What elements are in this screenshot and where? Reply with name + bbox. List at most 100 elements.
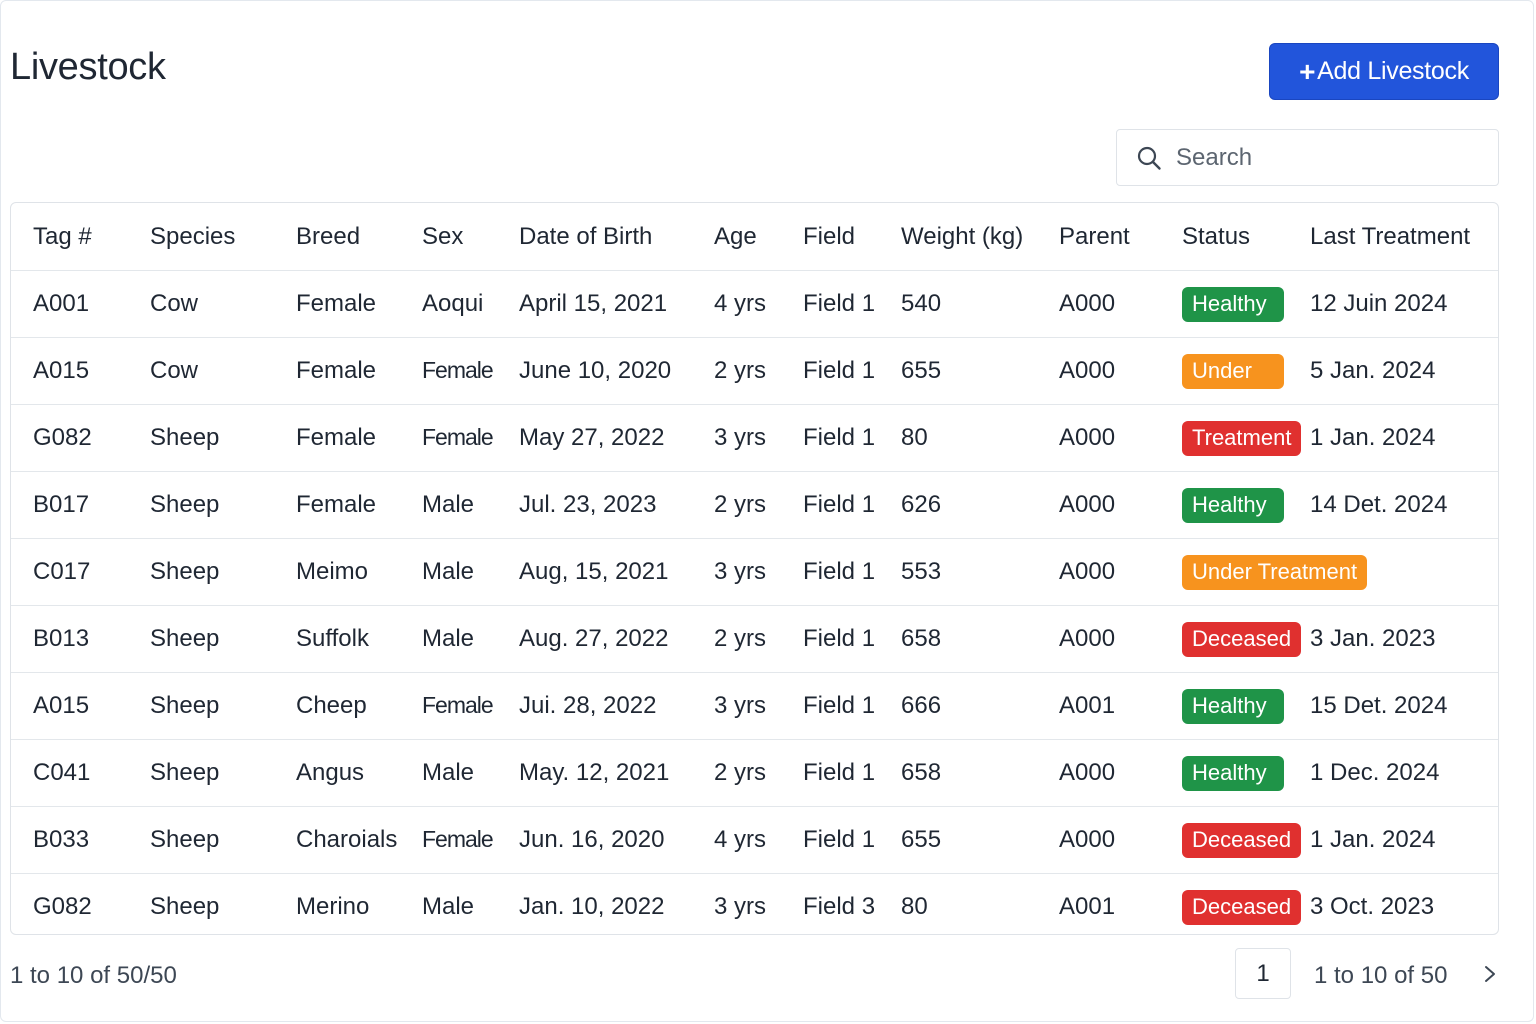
cell-status: Deceased: [1182, 806, 1310, 874]
table-row[interactable]: A015 Sheep Cheep Female Jui. 28, 2022 3 yrs Fi…: [11, 672, 1498, 740]
cell-status: Under: [1182, 337, 1310, 405]
cell-last-treatment-text: 3 Jan. 2023: [1310, 625, 1436, 652]
livestock-table: Tag # Species Breed Sex Date of Birth Ag…: [10, 202, 1499, 935]
search-box[interactable]: [1116, 129, 1499, 186]
cell-weight: 655: [901, 806, 1059, 874]
column-header-species[interactable]: Species: [150, 203, 296, 271]
table-row[interactable]: A001 Cow Female Aoqui April 15, 2021 4 yrs Fie…: [11, 270, 1498, 338]
add-livestock-button[interactable]: + Add Livestock: [1269, 43, 1499, 100]
cell-sex-text: Female: [422, 826, 494, 852]
cell-age: 3 yrs: [714, 404, 803, 472]
search-input[interactable]: [1174, 142, 1478, 173]
cell-weight: 553: [901, 538, 1059, 606]
cell-last-treatment: 1 Dec. 2024: [1310, 739, 1498, 807]
pagination-range: 1 to 10 of 50: [1314, 962, 1448, 989]
cell-field: Field 1: [803, 471, 901, 539]
status-badge: Under: [1182, 353, 1284, 389]
cell-weight-text: 658: [901, 625, 942, 652]
column-header-age[interactable]: Age: [714, 203, 803, 271]
cell-tag: A015: [11, 672, 150, 740]
cell-sex-text: Male: [422, 491, 475, 518]
column-header-breed[interactable]: Breed: [296, 203, 422, 271]
cell-age-text: 2 yrs: [714, 759, 767, 786]
cell-date-of-birth: Jan. 10, 2022: [519, 874, 714, 935]
cell-last-treatment: 3 Oct. 2023: [1310, 874, 1498, 935]
cell-parent: A000: [1059, 404, 1182, 472]
cell-age-text: 3 yrs: [714, 692, 767, 719]
cell-parent-text: A000: [1059, 625, 1116, 652]
table-row[interactable]: A015 Cow Female Female June 10, 2020 2 yrs Fie…: [11, 337, 1498, 405]
cell-field-text: Field 1: [803, 558, 876, 585]
page-number-button[interactable]: 1: [1235, 948, 1291, 999]
cell-weight: 80: [901, 874, 1059, 935]
cell-status: Treatment: [1182, 404, 1310, 472]
column-header-status[interactable]: Status: [1182, 203, 1310, 271]
cell-age: 2 yrs: [714, 605, 803, 673]
table-row[interactable]: C017 Sheep Meimo Male Aug, 15, 2021 3 yrs Fiel…: [11, 538, 1498, 606]
cell-weight-text: 655: [901, 826, 942, 853]
cell-weight-text: 655: [901, 357, 942, 384]
cell-last-treatment-text: 14 Det. 2024: [1310, 491, 1448, 518]
cell-weight: 666: [901, 672, 1059, 740]
cell-species: Sheep: [150, 538, 296, 606]
cell-tag-text: G082: [33, 893, 92, 920]
cell-field-text: Field 1: [803, 625, 876, 652]
cell-breed: Merino: [296, 874, 422, 935]
cell-field: Field 1: [803, 806, 901, 874]
cell-weight-text: 626: [901, 491, 942, 518]
cell-species-text: Sheep: [150, 692, 220, 719]
cell-age-text: 2 yrs: [714, 625, 767, 652]
table-row[interactable]: G082 Sheep Female Female May 27, 2022 3 yrs Fi…: [11, 404, 1498, 472]
cell-sex-text: Male: [422, 759, 475, 786]
cell-parent: A000: [1059, 806, 1182, 874]
cell-sex-text: Female: [422, 692, 494, 718]
cell-age-text: 2 yrs: [714, 491, 767, 518]
cell-parent-text: A000: [1059, 424, 1116, 451]
column-header-date-of-birth[interactable]: Date of Birth: [519, 203, 714, 271]
cell-sex: Male: [422, 538, 519, 606]
column-header-parent[interactable]: Parent: [1059, 203, 1182, 271]
cell-age: 4 yrs: [714, 270, 803, 338]
cell-field-text: Field 1: [803, 826, 876, 853]
column-header-tag[interactable]: Tag #: [11, 203, 150, 271]
cell-species: Cow: [150, 270, 296, 338]
cell-status: Under Treatment: [1182, 538, 1368, 606]
table-row[interactable]: C041 Sheep Angus Male May. 12, 2021 2 yrs Fiel…: [11, 739, 1498, 807]
column-header-weight[interactable]: Weight (kg): [901, 203, 1059, 271]
cell-status: Healthy: [1182, 471, 1310, 539]
cell-sex: Female: [422, 806, 519, 874]
column-header-field[interactable]: Field: [803, 203, 901, 271]
cell-last-treatment-text: 1 Jan. 2024: [1310, 424, 1436, 451]
cell-field-text: Field 1: [803, 424, 876, 451]
cell-breed: Female: [296, 337, 422, 405]
cell-last-treatment: 15 Det. 2024: [1310, 672, 1498, 740]
cell-last-treatment: 3 Jan. 2023: [1310, 605, 1498, 673]
cell-last-treatment-text: 15 Det. 2024: [1310, 692, 1448, 719]
cell-tag: C041: [11, 739, 150, 807]
cell-tag: B017: [11, 471, 150, 539]
cell-parent: A000: [1059, 270, 1182, 338]
cell-sex: Female: [422, 672, 519, 740]
status-badge: Treatment: [1182, 420, 1302, 456]
table-row[interactable]: B013 Sheep Suffolk Male Aug. 27, 2022 2 yrs Fi…: [11, 605, 1498, 673]
cell-weight-text: 80: [901, 893, 928, 920]
next-page-button[interactable]: [1478, 960, 1502, 988]
cell-sex: Male: [422, 739, 519, 807]
column-header-sex[interactable]: Sex: [422, 203, 519, 271]
cell-breed-text: Female: [296, 491, 377, 518]
cell-date-of-birth: Aug, 15, 2021: [519, 538, 714, 606]
plus-icon: +: [1299, 55, 1316, 87]
cell-date-of-birth-text: Aug. 27, 2022: [519, 625, 669, 652]
cell-last-treatment: 1 Jan. 2024: [1310, 404, 1498, 472]
cell-species-text: Cow: [150, 290, 199, 317]
cell-breed-text: Suffolk: [296, 625, 369, 652]
table-row[interactable]: G082 Sheep Merino Male Jan. 10, 2022 3 yrs Fie…: [11, 874, 1498, 935]
cell-parent-text: A000: [1059, 290, 1116, 317]
status-badge: Deceased: [1182, 889, 1302, 925]
column-header-last-treatment[interactable]: Last Treatment: [1310, 203, 1498, 271]
table-row[interactable]: B017 Sheep Female Male Jul. 23, 2023 2 yrs Fie…: [11, 471, 1498, 539]
cell-status: Deceased: [1182, 874, 1310, 935]
cell-date-of-birth-text: Jul. 23, 2023: [519, 491, 657, 518]
cell-date-of-birth: April 15, 2021: [519, 270, 714, 338]
table-row[interactable]: B033 Sheep Charoials Female Jun. 16, 2020 4 y…: [11, 806, 1498, 874]
